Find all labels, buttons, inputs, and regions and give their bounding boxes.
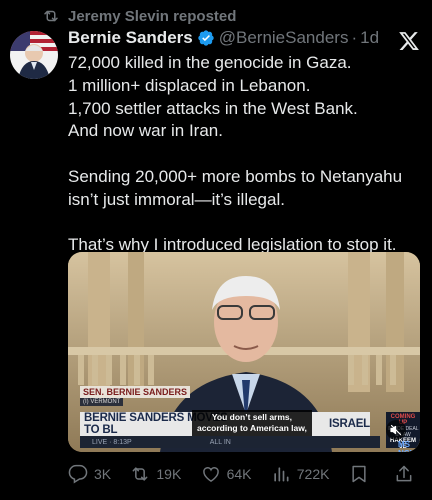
post-line: 1,700 settler attacks in the West Bank. xyxy=(68,98,358,118)
repost-label: Jeremy Slevin reposted xyxy=(68,7,237,25)
like-button[interactable]: 64K xyxy=(201,464,252,484)
ticker-show: ALL IN xyxy=(209,438,231,446)
reply-count: 3K xyxy=(94,466,112,482)
repost-count: 19K xyxy=(156,466,182,482)
post-text: 72,000 killed in the genocide in Gaza. 1… xyxy=(68,52,420,257)
views-icon xyxy=(274,467,289,482)
author-handle[interactable]: @BernieSanders xyxy=(219,28,349,48)
repost-indicator[interactable]: Jeremy Slevin reposted xyxy=(42,6,236,26)
bookmark-icon xyxy=(352,465,366,483)
avatar[interactable] xyxy=(10,31,58,79)
caption-line: You don’t sell arms, xyxy=(211,412,293,422)
post-line: And now war in Iran. xyxy=(68,121,223,141)
bottom-ticker: LIVE · 8:13P ALL IN xyxy=(80,436,380,448)
post-line: Sending 20,000+ more bombs to Netanyahu xyxy=(68,166,403,186)
reply-button[interactable]: 3K xyxy=(68,464,111,484)
ticker-live: LIVE · 8:13P xyxy=(92,438,132,446)
verified-badge-icon xyxy=(198,30,214,46)
caption-line: according to American law, xyxy=(197,423,307,433)
network-logo: MS NOW xyxy=(398,440,418,452)
x-logo-icon[interactable] xyxy=(398,30,420,52)
share-icon xyxy=(396,465,412,482)
post-header: Bernie Sanders @BernieSanders · 1d xyxy=(68,28,379,48)
reply-icon xyxy=(68,464,88,484)
post-time[interactable]: 1d xyxy=(360,28,379,48)
action-bar: 3K 19K 64K 722K xyxy=(68,463,420,485)
banner-tail: ISRAEL xyxy=(329,418,370,430)
repost-button[interactable]: 19K xyxy=(130,464,181,484)
views-count: 722K xyxy=(296,466,330,482)
like-icon xyxy=(202,467,219,482)
caption: You don’t sell arms, according to Americ… xyxy=(192,410,312,436)
post-line: isn’t just immoral—it’s illegal. xyxy=(68,189,285,209)
post-line: 1 million+ displaced in Lebanon. xyxy=(68,75,311,95)
repost-icon xyxy=(44,10,58,22)
lower-third-state: (I) VERMONT xyxy=(80,398,124,406)
lower-third-name: SEN. BERNIE SANDERS xyxy=(80,386,191,398)
bookmark-button[interactable] xyxy=(349,464,375,484)
post-line: 72,000 killed in the genocide in Gaza. xyxy=(68,53,352,72)
views-button[interactable]: 722K xyxy=(271,464,330,484)
mute-button[interactable] xyxy=(386,420,406,440)
author-name[interactable]: Bernie Sanders xyxy=(68,28,193,48)
mute-icon xyxy=(390,424,402,436)
like-count: 64K xyxy=(226,466,252,482)
separator-dot: · xyxy=(351,28,358,47)
video-player[interactable]: SEN. BERNIE SANDERS (I) VERMONT BERNIE S… xyxy=(68,252,420,452)
repost-icon xyxy=(132,467,148,481)
share-button[interactable] xyxy=(394,464,420,484)
